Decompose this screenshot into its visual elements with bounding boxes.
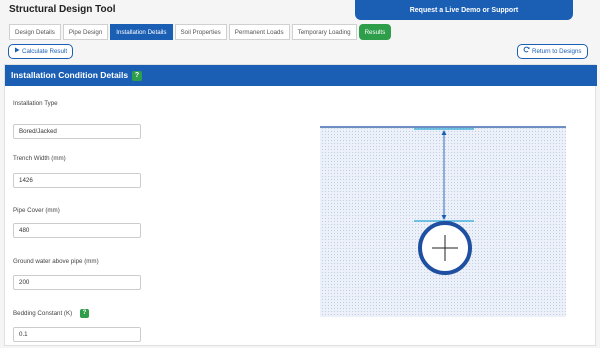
installation-card: Installation Condition Details ? Install… bbox=[4, 64, 597, 346]
trench-width-label: Trench Width (mm) bbox=[13, 155, 66, 162]
ground-water-field[interactable]: 200 bbox=[13, 275, 141, 290]
tab-temporary-loading[interactable]: Temporary Loading bbox=[291, 24, 357, 40]
calculate-result-label: Calculate Result bbox=[22, 48, 68, 55]
play-icon bbox=[14, 45, 20, 58]
tab-bar: Design Details Pipe Design Installation … bbox=[9, 24, 392, 40]
bedding-constant-label: Bedding Constant (K) bbox=[13, 310, 73, 317]
refresh-icon bbox=[523, 45, 530, 58]
card-header: Installation Condition Details ? bbox=[5, 65, 597, 86]
calculate-result-button[interactable]: Calculate Result bbox=[8, 44, 74, 59]
tab-results[interactable]: Results bbox=[358, 24, 392, 40]
ground-water-label: Ground water above pipe (mm) bbox=[13, 258, 99, 265]
return-to-designs-button[interactable]: Return to Designs bbox=[517, 44, 588, 59]
installation-type-label: Installation Type bbox=[13, 100, 58, 107]
tab-installation-details[interactable]: Installation Details bbox=[110, 24, 173, 40]
app-title: Structural Design Tool bbox=[9, 4, 116, 15]
pipe-cover-label: Pipe Cover (mm) bbox=[13, 207, 60, 214]
installation-type-field[interactable]: Bored/Jacked bbox=[13, 124, 141, 139]
section-title: Installation Condition Details bbox=[11, 70, 129, 80]
tab-soil-properties[interactable]: Soil Properties bbox=[174, 24, 227, 40]
app-root: Structural Design Tool Request a Live De… bbox=[0, 0, 600, 348]
return-to-designs-label: Return to Designs bbox=[532, 48, 582, 55]
tab-pipe-design[interactable]: Pipe Design bbox=[62, 24, 109, 40]
tab-design-details[interactable]: Design Details bbox=[9, 24, 61, 40]
top-header: Structural Design Tool Request a Live De… bbox=[0, 0, 600, 22]
bedding-help-icon[interactable]: ? bbox=[80, 309, 89, 318]
bedding-constant-field[interactable]: 0.1 bbox=[13, 327, 141, 342]
trench-width-field[interactable]: 1426 bbox=[13, 173, 141, 188]
pipe-cover-field[interactable]: 480 bbox=[13, 223, 141, 238]
question-icon[interactable]: ? bbox=[132, 71, 142, 81]
installation-diagram bbox=[318, 121, 568, 317]
request-demo-button[interactable]: Request a Live Demo or Support bbox=[355, 0, 573, 20]
tab-permanent-loads[interactable]: Permanent Loads bbox=[228, 24, 290, 40]
